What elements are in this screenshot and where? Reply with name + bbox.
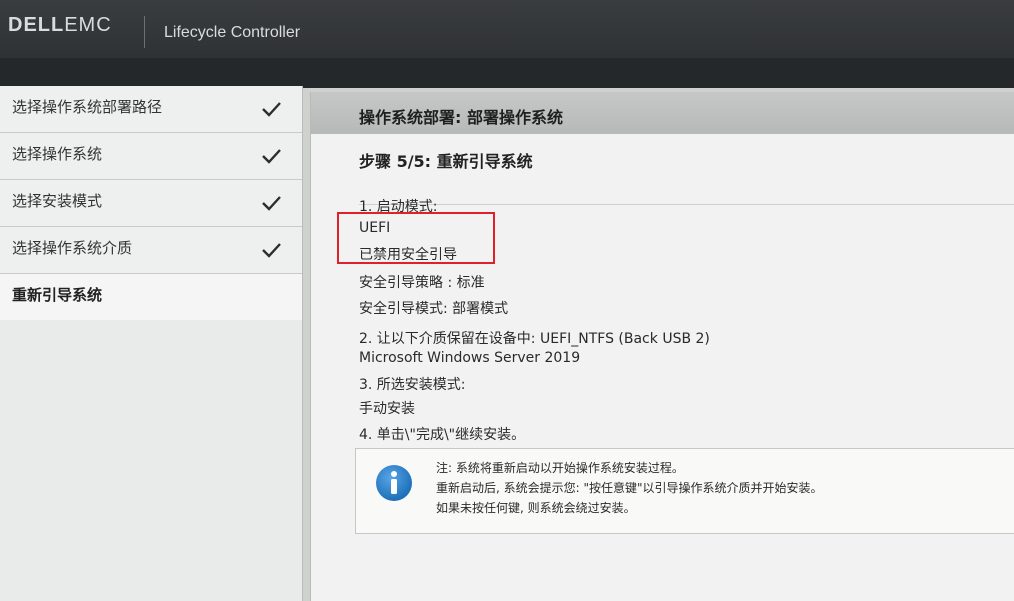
checkmark-icon <box>262 102 281 117</box>
install-mode-label: 3. 所选安装模式: <box>359 377 466 393</box>
sidebar-item-label: 重新引导系统 <box>12 286 103 304</box>
main-header: 操作系统部署: 部署操作系统 <box>311 92 1014 134</box>
info-icon <box>376 465 412 501</box>
install-mode-value: 手动安装 <box>359 401 415 417</box>
sidebar-item-label: 选择操作系统 <box>12 145 103 163</box>
page-title: 操作系统部署: 部署操作系统 <box>359 108 563 127</box>
checkmark-icon <box>262 243 281 258</box>
info-notice: 注: 系统将重新启动以开始操作系统安装过程。 重新启动后, 系统会提示您: "按… <box>355 448 1014 534</box>
highlight-box <box>337 212 495 264</box>
sidebar-item-select-os[interactable]: 选择操作系统 <box>0 133 302 180</box>
sidebar-item-os-media[interactable]: 选择操作系统介质 <box>0 227 302 274</box>
wizard-steps-sidebar: 选择操作系统部署路径 选择操作系统 选择安装模式 选择操作系统介质 重新引导系统 <box>0 86 303 601</box>
media-instruction: 2. 让以下介质保留在设备中: UEFI_NTFS (Back USB 2) <box>359 331 710 347</box>
secure-boot-mode: 安全引导模式: 部署模式 <box>359 301 509 317</box>
dell-emc-logo: DELLEMC <box>8 14 112 37</box>
checkmark-icon <box>262 149 281 164</box>
finish-instruction: 4. 单击\"完成\"继续安装。 <box>359 427 526 443</box>
notice-line-2: 重新启动后, 系统会提示您: "按任意键"以引导操作系统介质并开始安装。 <box>436 481 823 495</box>
brand-dell: DELL <box>8 14 65 36</box>
sidebar-item-label: 选择安装模式 <box>12 192 103 210</box>
step-title: 步骤 5/5: 重新引导系统 <box>359 152 533 171</box>
checkmark-icon <box>262 196 281 211</box>
main-panel: 操作系统部署: 部署操作系统 步骤 5/5: 重新引导系统 1. 启动模式: U… <box>310 92 1014 601</box>
brand-emc: EMC <box>64 14 112 36</box>
section-divider <box>359 204 1014 205</box>
product-title: Lifecycle Controller <box>164 24 301 41</box>
secure-boot-policy: 安全引导策略 : 标准 <box>359 275 485 291</box>
sidebar-item-label: 选择操作系统部署路径 <box>12 98 163 116</box>
sidebar-item-deploy-path[interactable]: 选择操作系统部署路径 <box>0 86 302 133</box>
os-name: Microsoft Windows Server 2019 <box>359 350 581 366</box>
notice-line-3: 如果未按任何键, 则系统会绕过安装。 <box>436 501 636 515</box>
sidebar-item-install-mode[interactable]: 选择安装模式 <box>0 180 302 227</box>
sidebar-item-reboot-system[interactable]: 重新引导系统 <box>0 274 302 320</box>
notice-line-1: 注: 系统将重新启动以开始操作系统安装过程。 <box>436 461 684 475</box>
sidebar-item-label: 选择操作系统介质 <box>12 239 133 257</box>
header-divider <box>144 16 145 48</box>
header-status-bar <box>0 58 1014 88</box>
